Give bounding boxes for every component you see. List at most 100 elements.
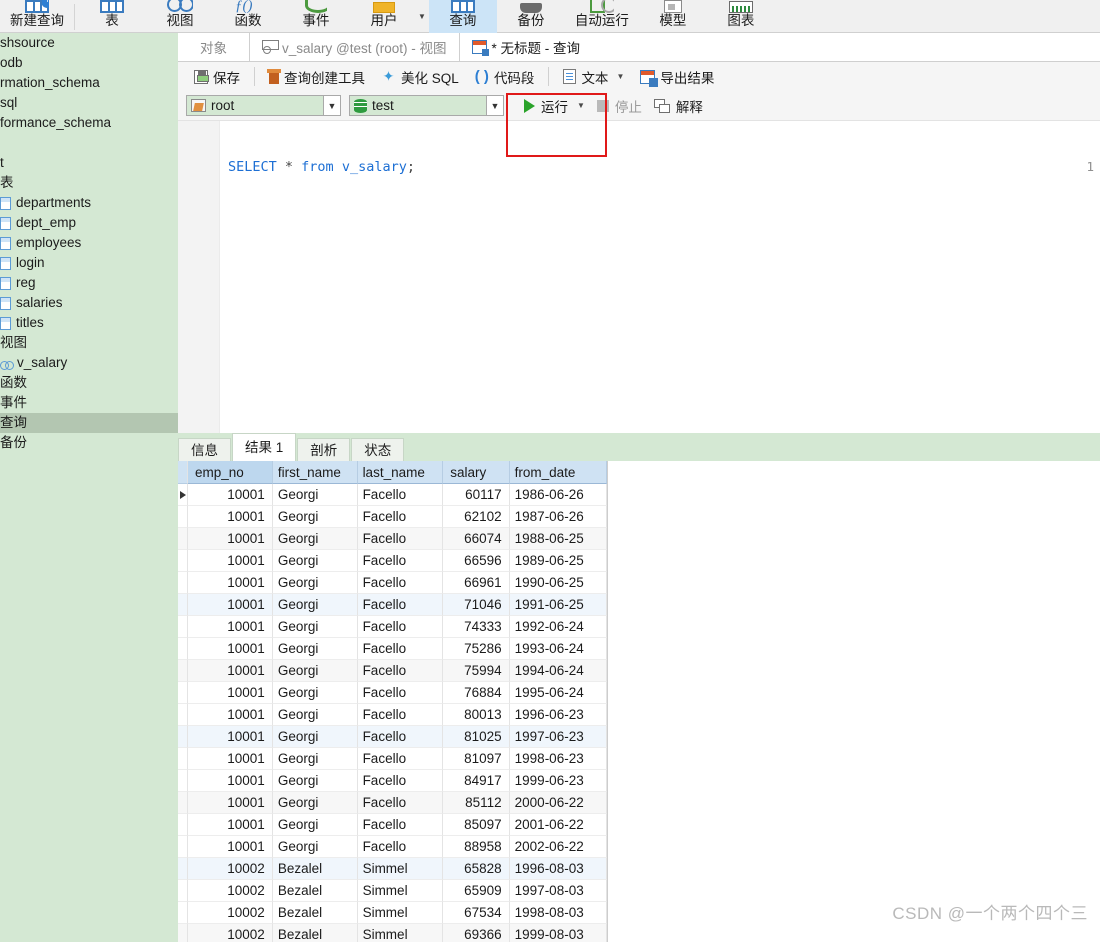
connection-select[interactable]: root ▼ [186,95,341,116]
grid-cell-first_name[interactable]: Georgi [272,814,358,836]
grid-column-header-salary[interactable]: salary [443,461,510,484]
results-tab-状态[interactable]: 状态 [351,438,405,461]
grid-cell-salary[interactable]: 81025 [443,726,510,748]
grid-cell-emp_no[interactable]: 10002 [188,902,273,924]
table-row[interactable]: 10002 Bezalel Simmel 65828 1996-08-03 [178,858,608,880]
grid-cell-salary[interactable]: 76884 [443,682,510,704]
grid-cell-first_name[interactable]: Bezalel [272,902,358,924]
beautify-sql-button[interactable]: ✦ 美化 SQL [373,65,467,89]
grid-cell-salary[interactable]: 62102 [443,506,510,528]
grid-cell-salary[interactable]: 65909 [443,880,510,902]
grid-cell-emp_no[interactable]: 10001 [188,638,273,660]
table-row[interactable]: 10001 Georgi Facello 75994 1994-06-24 [178,660,608,682]
results-tab-结果-1[interactable]: 结果 1 [232,433,297,461]
grid-cell-first_name[interactable]: Georgi [272,748,358,770]
grid-cell-emp_no[interactable]: 10001 [188,704,273,726]
grid-cell-salary[interactable]: 67534 [443,902,510,924]
grid-cell-last_name[interactable]: Facello [357,484,444,506]
grid-cell-emp_no[interactable]: 10001 [188,748,273,770]
grid-cell-from_date[interactable]: 1987-06-26 [509,506,608,528]
table-row[interactable]: 10002 Bezalel Simmel 65909 1997-08-03 [178,880,608,902]
ribbon-item-函数[interactable]: ƒ() 函数 [214,0,282,33]
grid-cell-first_name[interactable]: Georgi [272,594,358,616]
grid-cell-from_date[interactable]: 1990-06-25 [509,572,608,594]
ribbon-item-视图[interactable]: 视图 [146,0,214,33]
grid-cell-first_name[interactable]: Georgi [272,792,358,814]
grid-cell-from_date[interactable]: 1996-06-23 [509,704,608,726]
grid-cell-salary[interactable]: 84917 [443,770,510,792]
sidebar-item-视图[interactable]: 视图 [0,333,178,353]
tab-v-salary-view[interactable]: v_salary @test (root) - 视图 [250,33,460,61]
table-row[interactable]: 10001 Georgi Facello 76884 1995-06-24 [178,682,608,704]
grid-cell-emp_no[interactable]: 10001 [188,726,273,748]
sidebar-item-departments[interactable]: departments [0,193,178,213]
grid-cell-last_name[interactable]: Facello [357,616,444,638]
grid-cell-last_name[interactable]: Facello [357,814,444,836]
grid-cell-last_name[interactable]: Facello [357,836,444,858]
grid-cell-salary[interactable]: 74333 [443,616,510,638]
grid-cell-from_date[interactable]: 1993-06-24 [509,638,608,660]
grid-cell-emp_no[interactable]: 10001 [188,792,273,814]
connection-select-chevron-down-icon[interactable]: ▼ [323,96,340,115]
sql-editor[interactable]: 1 SELECT * from v_salary; [178,120,1100,434]
grid-cell-last_name[interactable]: Facello [357,572,444,594]
grid-cell-first_name[interactable]: Georgi [272,616,358,638]
table-row[interactable]: 10001 Georgi Facello 62102 1987-06-26 [178,506,608,528]
grid-cell-emp_no[interactable]: 10001 [188,836,273,858]
table-row[interactable]: 10001 Georgi Facello 60117 1986-06-26 [178,484,608,506]
sidebar-item-dept_emp[interactable]: dept_emp [0,213,178,233]
grid-cell-emp_no[interactable]: 10001 [188,594,273,616]
grid-cell-salary[interactable]: 66596 [443,550,510,572]
ribbon-item-自动运行[interactable]: 自动运行 [565,0,639,33]
run-button[interactable]: 运行 ▼ [518,94,591,118]
grid-cell-from_date[interactable]: 1989-06-25 [509,550,608,572]
grid-cell-from_date[interactable]: 1997-08-03 [509,880,608,902]
grid-cell-first_name[interactable]: Georgi [272,528,358,550]
table-row[interactable]: 10001 Georgi Facello 74333 1992-06-24 [178,616,608,638]
grid-cell-last_name[interactable]: Simmel [357,902,444,924]
grid-cell-last_name[interactable]: Facello [357,528,444,550]
sidebar-item-login[interactable]: login [0,253,178,273]
grid-cell-salary[interactable]: 88958 [443,836,510,858]
grid-cell-last_name[interactable]: Simmel [357,858,444,880]
grid-cell-last_name[interactable]: Facello [357,550,444,572]
table-row[interactable]: 10001 Georgi Facello 85112 2000-06-22 [178,792,608,814]
sidebar-item-查询[interactable]: 查询 [0,413,178,433]
results-tab-剖析[interactable]: 剖析 [297,438,351,461]
table-row[interactable]: 10001 Georgi Facello 81097 1998-06-23 [178,748,608,770]
grid-cell-last_name[interactable]: Facello [357,638,444,660]
tab-untitled-query[interactable]: * 无标题 - 查询 [459,33,593,61]
sidebar-item-表[interactable]: 表 [0,173,178,193]
grid-cell-first_name[interactable]: Bezalel [272,880,358,902]
grid-cell-from_date[interactable]: 1994-06-24 [509,660,608,682]
grid-cell-from_date[interactable]: 1988-06-25 [509,528,608,550]
grid-cell-emp_no[interactable]: 10001 [188,660,273,682]
grid-cell-salary[interactable]: 85112 [443,792,510,814]
grid-cell-salary[interactable]: 81097 [443,748,510,770]
text-view-button[interactable]: 文本 ▼ [555,65,632,89]
grid-cell-last_name[interactable]: Simmel [357,924,444,942]
grid-cell-from_date[interactable]: 2001-06-22 [509,814,608,836]
grid-cell-last_name[interactable]: Facello [357,704,444,726]
grid-cell-first_name[interactable]: Georgi [272,704,358,726]
database-select-chevron-down-icon[interactable]: ▼ [486,96,503,115]
table-row[interactable]: 10002 Bezalel Simmel 69366 1999-08-03 [178,924,608,942]
grid-cell-last_name[interactable]: Facello [357,748,444,770]
sidebar-item-odb[interactable]: odb [0,53,178,73]
grid-cell-first_name[interactable]: Georgi [272,572,358,594]
grid-cell-first_name[interactable]: Georgi [272,638,358,660]
grid-cell-from_date[interactable]: 1999-06-23 [509,770,608,792]
grid-cell-first_name[interactable]: Bezalel [272,924,358,942]
grid-cell-first_name[interactable]: Georgi [272,484,358,506]
grid-cell-from_date[interactable]: 2002-06-22 [509,836,608,858]
grid-cell-first_name[interactable]: Bezalel [272,858,358,880]
grid-cell-last_name[interactable]: Facello [357,594,444,616]
table-row[interactable]: 10002 Bezalel Simmel 67534 1998-08-03 [178,902,608,924]
sidebar-item-v_salary[interactable]: v_salary [0,353,178,373]
grid-cell-first_name[interactable]: Georgi [272,660,358,682]
grid-cell-first_name[interactable]: Georgi [272,836,358,858]
ribbon-item-chevron-down-icon[interactable]: ▼ [418,0,429,33]
grid-cell-salary[interactable]: 75994 [443,660,510,682]
grid-cell-emp_no[interactable]: 10001 [188,682,273,704]
table-row[interactable]: 10001 Georgi Facello 81025 1997-06-23 [178,726,608,748]
